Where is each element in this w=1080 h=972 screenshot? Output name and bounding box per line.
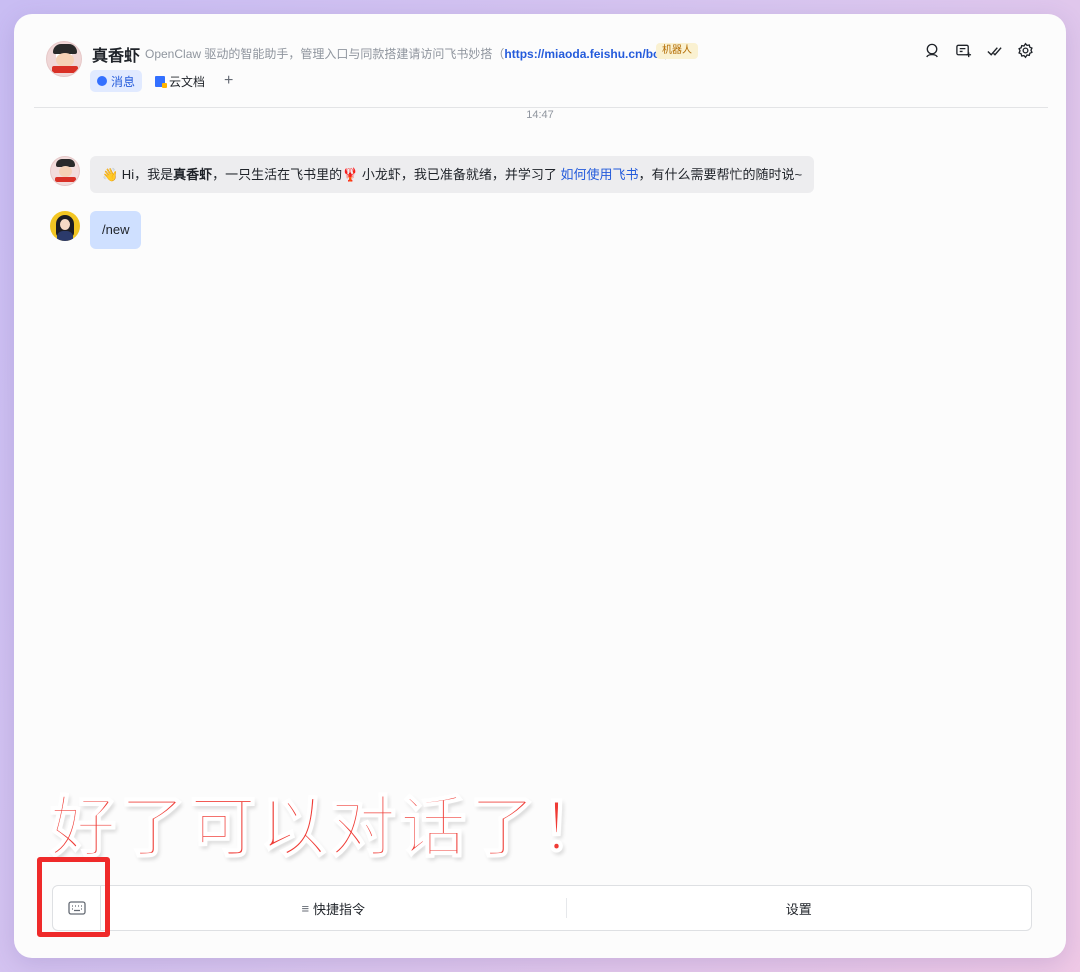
bot-text-a: Hi，我是 (118, 167, 174, 182)
settings-gear-icon[interactable] (1017, 42, 1034, 59)
robot-badge: 机器人 (656, 43, 698, 59)
bot-description-prefix: OpenClaw 驱动的智能助手，管理入口与同款搭建请访问飞书妙搭（ (145, 47, 505, 61)
tab-cloud-docs[interactable]: 云文档 (148, 70, 212, 92)
message-icon (97, 76, 107, 86)
add-tab-button[interactable]: + (218, 70, 239, 92)
annotation-caption: 好了可以对话了！ (49, 788, 610, 867)
bot-description: OpenClaw 驱动的智能助手，管理入口与同款搭建请访问飞书妙搭（https:… (145, 45, 676, 62)
chat-tabs: 消息 云文档 + (90, 70, 239, 92)
user-message-bubble: /new (90, 211, 142, 249)
tab-messages[interactable]: 消息 (90, 70, 143, 92)
wave-emoji: 👋 (102, 168, 119, 183)
quick-commands-label: 快捷指令 (313, 901, 366, 917)
quick-commands-button[interactable]: ≡ 快捷指令 (101, 886, 566, 930)
settings-menu-label: 设置 (785, 901, 812, 917)
chat-window: 真香虾 OpenClaw 驱动的智能助手，管理入口与同款搭建请访问飞书妙搭（ht… (14, 14, 1066, 958)
miaoda-link[interactable]: https://miaoda.feishu.cn/bot (504, 47, 664, 61)
user-message-avatar[interactable] (50, 211, 80, 241)
menu-lines-icon: ≡ (301, 900, 310, 916)
search-member-icon[interactable] (924, 42, 941, 59)
message-timestamp: 14:47 (526, 109, 554, 121)
tab-messages-label: 消息 (111, 74, 136, 89)
bot-avatar[interactable] (46, 41, 82, 77)
header-actions (924, 42, 1034, 59)
bot-text-d: ，有什么需要帮忙的随时说~ (638, 167, 803, 182)
bot-name[interactable]: 真香虾 (92, 42, 140, 66)
lobster-emoji: 🦞 (342, 168, 359, 183)
bot-text-bold: 真香虾 (173, 167, 213, 182)
chat-header: 真香虾 OpenClaw 驱动的智能助手，管理入口与同款搭建请访问飞书妙搭（ht… (34, 36, 1048, 108)
tab-cloud-docs-label: 云文档 (169, 74, 206, 89)
add-chat-icon[interactable] (955, 42, 972, 59)
pin-check-icon[interactable] (986, 42, 1003, 59)
bot-message-bubble: 👋 Hi，我是真香虾，一只生活在飞书里的🦞 小龙虾，我已准备就绪，并学习了 如何… (90, 156, 815, 193)
user-message: /new (50, 211, 142, 249)
settings-menu-button[interactable]: 设置 (567, 886, 1032, 930)
bot-message: 👋 Hi，我是真香虾，一只生活在飞书里的🦞 小龙虾，我已准备就绪，并学习了 如何… (50, 156, 815, 193)
bot-message-avatar[interactable] (50, 156, 80, 186)
how-to-use-feishu-link[interactable]: 如何使用飞书 (561, 167, 639, 182)
doc-icon (155, 75, 168, 88)
bot-text-b: ，一只生活在飞书里的 (212, 167, 343, 182)
bot-text-c: 小龙虾，我已准备就绪，并学习了 (358, 167, 561, 182)
annotation-highlight-box (37, 857, 110, 937)
bot-menu-bar: ≡ 快捷指令 设置 (52, 885, 1032, 931)
